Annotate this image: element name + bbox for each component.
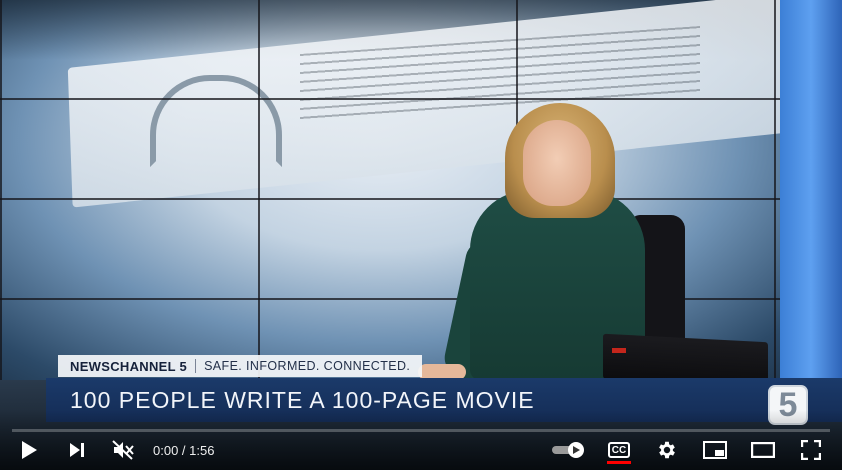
muted-volume-icon bbox=[112, 440, 134, 460]
laptop-logo bbox=[612, 348, 626, 353]
studio-blue-pillar bbox=[780, 0, 842, 400]
play-button[interactable] bbox=[14, 432, 44, 468]
miniplayer-button[interactable] bbox=[700, 432, 730, 468]
play-icon bbox=[22, 441, 37, 459]
channel-slogan: SAFE. INFORMED. CONNECTED. bbox=[204, 359, 411, 373]
player-controls: 0:00 / 1:56 CC bbox=[0, 432, 842, 468]
captions-active-indicator bbox=[607, 461, 631, 464]
fullscreen-button[interactable] bbox=[796, 432, 826, 468]
settings-gear-icon bbox=[659, 441, 675, 459]
autoplay-toggle[interactable] bbox=[548, 432, 588, 468]
captions-icon: CC bbox=[608, 442, 630, 458]
next-button[interactable] bbox=[62, 432, 92, 468]
time-display: 0:00 / 1:56 bbox=[153, 442, 215, 458]
miniplayer-icon bbox=[703, 441, 727, 459]
anchor-face bbox=[523, 120, 591, 206]
fullscreen-icon bbox=[801, 440, 821, 460]
autoplay-toggle-icon bbox=[552, 442, 584, 458]
channel-tag-bar: NEWSCHANNEL 5 SAFE. INFORMED. CONNECTED. bbox=[58, 355, 423, 377]
settings-button[interactable] bbox=[652, 432, 682, 468]
theater-mode-icon bbox=[751, 442, 775, 458]
tag-divider bbox=[195, 359, 197, 373]
channel-brand: NEWSCHANNEL 5 bbox=[70, 358, 188, 374]
theater-mode-button[interactable] bbox=[748, 432, 778, 468]
mute-button[interactable] bbox=[108, 432, 138, 468]
next-icon bbox=[70, 443, 84, 457]
